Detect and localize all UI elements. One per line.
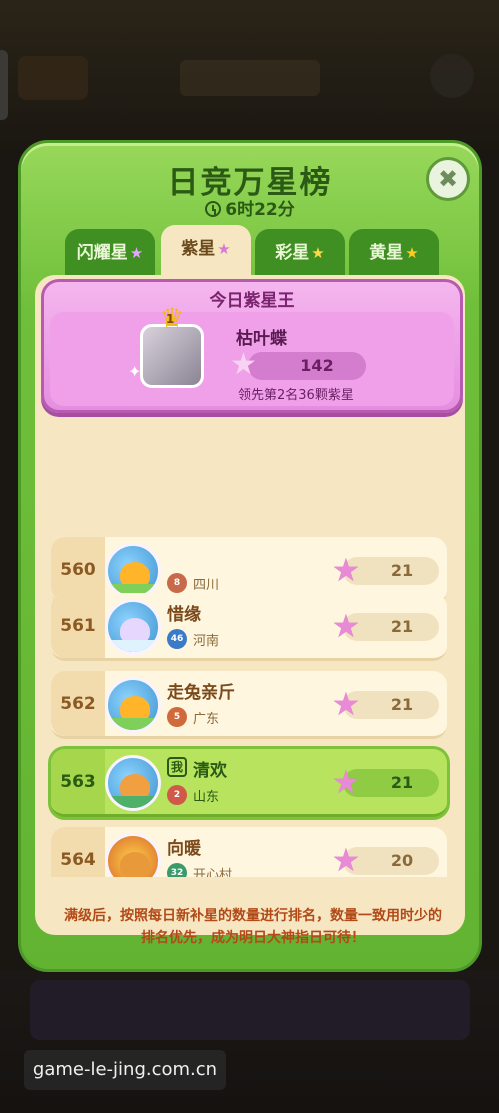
avatar [105,677,161,733]
avatar [105,543,161,599]
region-text: 四川 [193,578,220,593]
clock-icon [205,201,222,217]
rules-note: 满级后，按照每日新补星的数量进行排名，数量一致用时少的排名优先，成为明日大神指日… [64,908,442,946]
rank-number: 563 [51,749,105,814]
close-button[interactable]: ✖ [426,157,470,201]
region-text: 广东 [193,712,220,727]
star-icon: ★ [230,347,257,382]
purple-star-icon: ★ [331,551,361,589]
player-name: 走兔亲斤 [167,683,235,703]
list-item[interactable]: 562 走兔亲斤 5 广东 21 ★ [51,671,447,739]
rank-number: 562 [51,671,105,736]
player-name: 向暖 [167,839,201,859]
sparkle-icon: ✦ [128,362,142,381]
champion-info: ♛ 1 ✦ 枯叶蝶 142 ★ 领先第2名36颗紫星 [50,305,454,406]
tab-shining-star[interactable]: 闪耀星 ★ [65,229,155,277]
rank-number: 564 [51,827,105,877]
timer-text: 6时22分 [225,200,295,220]
purple-star-icon: ★ [217,240,231,258]
shining-star-icon: ★ [129,244,144,262]
background-ghost-icon [18,56,88,100]
region-text: 山东 [193,790,220,805]
level-badge: 5 [167,707,187,727]
ranking-list-area: 560 8 四川 21 ★ 561 惜缘 46 河南 21 ★ 562 走兔亲斤 [35,275,465,935]
tab-rainbow-star[interactable]: 彩星 ★ [255,229,345,277]
leaderboard-panel: 日竞万星榜 6时22分 ✖ 闪耀星 ★ 紫星 ★ 彩星 ★ 黄星 ★ 560 8 四川 … [18,140,482,972]
background-bottom-bar [30,980,470,1040]
me-badge: 我 [167,757,187,777]
champion-name: 枯叶蝶 [236,329,287,349]
level-badge: 46 [167,629,187,649]
champion-heading: 今日紫星王 [209,291,295,311]
player-name: 惜缘 [167,605,201,625]
champion-rank: 1 [166,312,175,326]
countdown-timer: 6时22分 [21,195,479,220]
champion-card[interactable]: 今日紫星王 ♛ 1 ✦ 枯叶蝶 142 ★ 领先第2名36颗紫星 [41,279,463,413]
background-ghost-button [430,54,474,98]
list-item[interactable]: 561 惜缘 46 河南 21 ★ [51,593,447,661]
tab-purple-star[interactable]: 紫星 ★ [161,225,251,279]
current-player-row[interactable]: 563 我 清欢 2 山东 21 ★ [51,749,447,817]
champion-lead-text: 领先第2名36颗紫星 [238,388,354,403]
yellow-star-icon: ★ [405,244,419,262]
tab-yellow-star[interactable]: 黄星 ★ [349,229,439,277]
rank-number: 561 [51,593,105,658]
purple-star-icon: ★ [331,607,361,645]
player-name: 清欢 [193,761,227,781]
purple-star-icon: ★ [331,763,361,801]
purple-star-icon: ★ [331,685,361,723]
close-icon: ✖ [437,165,459,193]
region-text: 河南 [193,634,220,649]
purple-star-icon: ★ [331,841,361,877]
level-badge: 32 [167,863,187,877]
region-text: 开心村 [193,868,233,877]
avatar [105,755,161,811]
champion-score: 142 [248,352,366,380]
avatar [105,833,161,877]
level-badge: 8 [167,573,187,593]
background-ghost-title [180,60,320,96]
rainbow-star-icon: ★ [311,244,325,262]
background-left-handle [0,50,8,120]
level-badge: 2 [167,785,187,805]
avatar [105,599,161,655]
list-item[interactable]: 564 向暖 32 开心村 20 ★ [51,827,447,877]
watermark: game-le-jing.com.cn [24,1050,226,1090]
